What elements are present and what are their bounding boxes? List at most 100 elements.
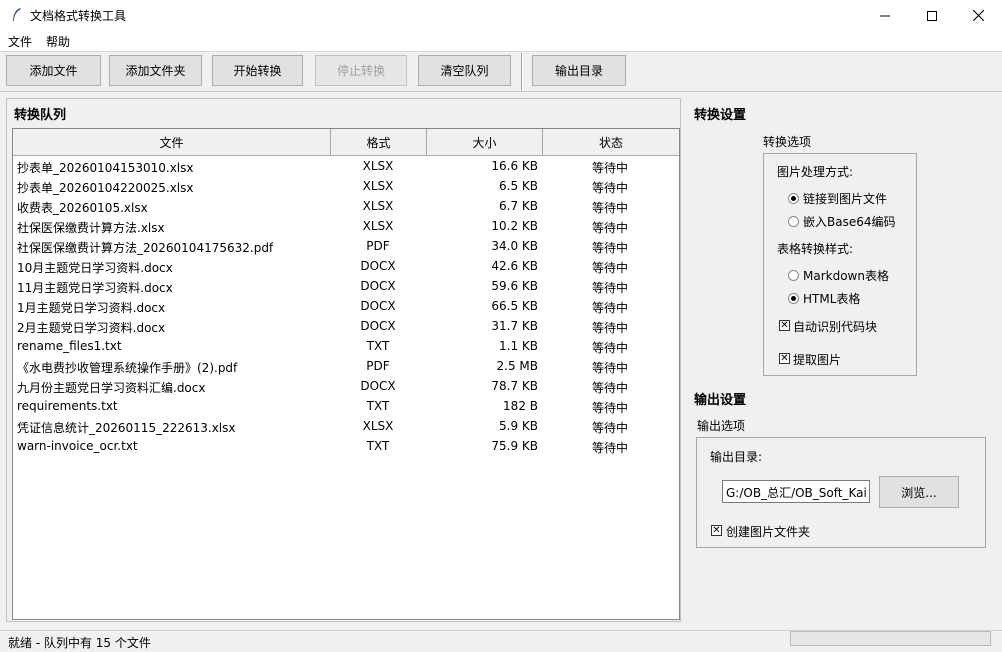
size-cell: 182 B <box>503 399 538 413</box>
table-row[interactable]: 10月主题党日学习资料.docx DOCX 42.6 KB 等待中 <box>13 256 679 276</box>
status-text: 就绪 - 队列中有 15 个文件 <box>8 636 151 650</box>
add-file-button[interactable]: 添加文件 <box>6 55 101 86</box>
close-button[interactable] <box>955 0 1001 31</box>
table-row[interactable]: 社保医保缴费计算方法.xlsx XLSX 10.2 KB 等待中 <box>13 216 679 236</box>
table-markdown-radio[interactable] <box>788 270 799 281</box>
file-name-cell: requirements.txt <box>17 399 118 413</box>
format-cell: DOCX <box>360 259 396 273</box>
minimize-button[interactable] <box>862 0 908 31</box>
image-base64-radio[interactable] <box>788 216 799 227</box>
table-html-radio[interactable] <box>788 293 799 304</box>
format-cell: XLSX <box>362 179 394 193</box>
table-row[interactable]: 九月份主题党日学习资料汇编.docx DOCX 78.7 KB 等待中 <box>13 376 679 396</box>
status-cell: 等待中 <box>591 341 628 355</box>
table-row[interactable]: 11月主题党日学习资料.docx DOCX 59.6 KB 等待中 <box>13 276 679 296</box>
size-cell: 1.1 KB <box>499 339 538 353</box>
title-bar[interactable] <box>0 0 1002 31</box>
table-row[interactable]: requirements.txt TXT 182 B 等待中 <box>13 396 679 416</box>
table-row[interactable]: 抄表单_20260104153010.xlsx XLSX 16.6 KB 等待中 <box>13 156 679 176</box>
file-name-cell: rename_files1.txt <box>17 339 122 353</box>
extract-images-checkbox[interactable]: ✕ <box>779 353 790 364</box>
maximize-icon <box>927 10 937 21</box>
status-cell: 等待中 <box>591 201 628 215</box>
size-cell: 75.9 KB <box>491 439 538 453</box>
queue-title: 转换队列 <box>14 108 67 123</box>
status-cell: 等待中 <box>591 161 628 175</box>
status-cell: 等待中 <box>591 221 628 235</box>
output-dir-input[interactable]: G:/OB_总汇/OB_Soft_Kai <box>722 480 870 503</box>
table-row[interactable]: 凭证信息统计_20260115_222613.xlsx XLSX 5.9 KB 等待中 <box>13 416 679 436</box>
column-header-format[interactable]: 格式 <box>331 129 427 156</box>
clear-queue-button[interactable]: 清空队列 <box>418 55 511 86</box>
column-header-file[interactable]: 文件 <box>13 129 331 156</box>
file-name-cell: 1月主题党日学习资料.docx <box>17 301 166 315</box>
conversion-options-label: 转换选项 <box>763 135 812 149</box>
menu-file[interactable]: 文件 <box>8 33 32 50</box>
size-cell: 78.7 KB <box>491 379 538 393</box>
table-row[interactable]: 《水电费抄收管理系统操作手册》(2).pdf PDF 2.5 MB 等待中 <box>13 356 679 376</box>
table-row[interactable]: 抄表单_20260104220025.xlsx XLSX 6.5 KB 等待中 <box>13 176 679 196</box>
status-cell: 等待中 <box>591 421 628 435</box>
output-settings-title: 输出设置 <box>694 393 747 408</box>
menu-help[interactable]: 帮助 <box>46 33 70 50</box>
format-cell: DOCX <box>360 279 396 293</box>
table-row[interactable]: rename_files1.txt TXT 1.1 KB 等待中 <box>13 336 679 356</box>
file-name-cell: 抄表单_20260104153010.xlsx <box>17 161 194 175</box>
file-name-cell: 九月份主题党日学习资料汇编.docx <box>17 381 206 395</box>
output-dir-label: 输出目录: <box>710 450 763 464</box>
size-cell: 59.6 KB <box>491 279 538 293</box>
format-cell: TXT <box>366 339 390 353</box>
progress-bar <box>790 631 991 646</box>
format-cell: DOCX <box>360 319 396 333</box>
extract-images-label[interactable]: 提取图片 <box>793 351 841 368</box>
browse-button[interactable]: 浏览... <box>879 476 959 508</box>
image-link-label[interactable]: 链接到图片文件 <box>803 190 887 207</box>
file-name-cell: 《水电费抄收管理系统操作手册》(2).pdf <box>17 361 238 375</box>
maximize-button[interactable] <box>909 0 955 31</box>
status-cell: 等待中 <box>591 261 628 275</box>
minimize-icon <box>880 15 890 16</box>
size-cell: 42.6 KB <box>491 259 538 273</box>
table-row[interactable]: 收费表_20260105.xlsx XLSX 6.7 KB 等待中 <box>13 196 679 216</box>
auto-code-checkbox[interactable]: ✕ <box>779 320 790 331</box>
size-cell: 66.5 KB <box>491 299 538 313</box>
column-header-status[interactable]: 状态 <box>543 129 679 156</box>
file-name-cell: 社保医保缴费计算方法_20260104175632.pdf <box>17 241 274 255</box>
create-image-folder-label[interactable]: 创建图片文件夹 <box>726 523 810 540</box>
file-name-cell: 10月主题党日学习资料.docx <box>17 261 173 275</box>
table-row[interactable]: warn-invoice_ocr.txt TXT 75.9 KB 等待中 <box>13 436 679 456</box>
conversion-options-group <box>763 153 917 376</box>
file-name-cell: 2月主题党日学习资料.docx <box>17 321 166 335</box>
table-markdown-label[interactable]: Markdown表格 <box>803 267 889 284</box>
status-cell: 等待中 <box>591 381 628 395</box>
table-html-label[interactable]: HTML表格 <box>803 290 860 307</box>
format-cell: XLSX <box>362 159 394 173</box>
format-cell: XLSX <box>362 199 394 213</box>
image-link-radio[interactable] <box>788 193 799 204</box>
auto-code-label[interactable]: 自动识别代码块 <box>793 318 877 335</box>
menu-bar <box>0 31 1002 51</box>
output-options-label: 输出选项 <box>697 419 746 433</box>
file-name-cell: warn-invoice_ocr.txt <box>17 439 138 453</box>
radio-selected-dot <box>791 296 796 301</box>
table-row[interactable]: 社保医保缴费计算方法_20260104175632.pdf PDF 34.0 KB 等… <box>13 236 679 256</box>
output-dir-button[interactable]: 输出目录 <box>532 55 626 86</box>
file-name-cell: 社保医保缴费计算方法.xlsx <box>17 221 165 235</box>
file-name-cell: 11月主题党日学习资料.docx <box>17 281 173 295</box>
status-cell: 等待中 <box>591 241 628 255</box>
file-name-cell: 收费表_20260105.xlsx <box>17 201 148 215</box>
create-image-folder-checkbox[interactable]: ✕ <box>711 525 722 536</box>
table-row[interactable]: 2月主题党日学习资料.docx DOCX 31.7 KB 等待中 <box>13 316 679 336</box>
start-convert-button[interactable]: 开始转换 <box>212 55 303 86</box>
format-cell: XLSX <box>362 219 394 233</box>
status-cell: 等待中 <box>591 301 628 315</box>
stop-convert-button[interactable]: 停止转换 <box>315 55 407 86</box>
status-cell: 等待中 <box>591 181 628 195</box>
add-folder-button[interactable]: 添加文件夹 <box>109 55 202 86</box>
status-cell: 等待中 <box>591 281 628 295</box>
table-row[interactable]: 1月主题党日学习资料.docx DOCX 66.5 KB 等待中 <box>13 296 679 316</box>
queue-table[interactable]: 文件 格式 大小 状态 抄表单_20260104153010.xlsx XLSX 1… <box>12 128 680 620</box>
file-name-cell: 抄表单_20260104220025.xlsx <box>17 181 194 195</box>
image-base64-label[interactable]: 嵌入Base64编码 <box>803 213 896 230</box>
column-header-size[interactable]: 大小 <box>427 129 543 156</box>
